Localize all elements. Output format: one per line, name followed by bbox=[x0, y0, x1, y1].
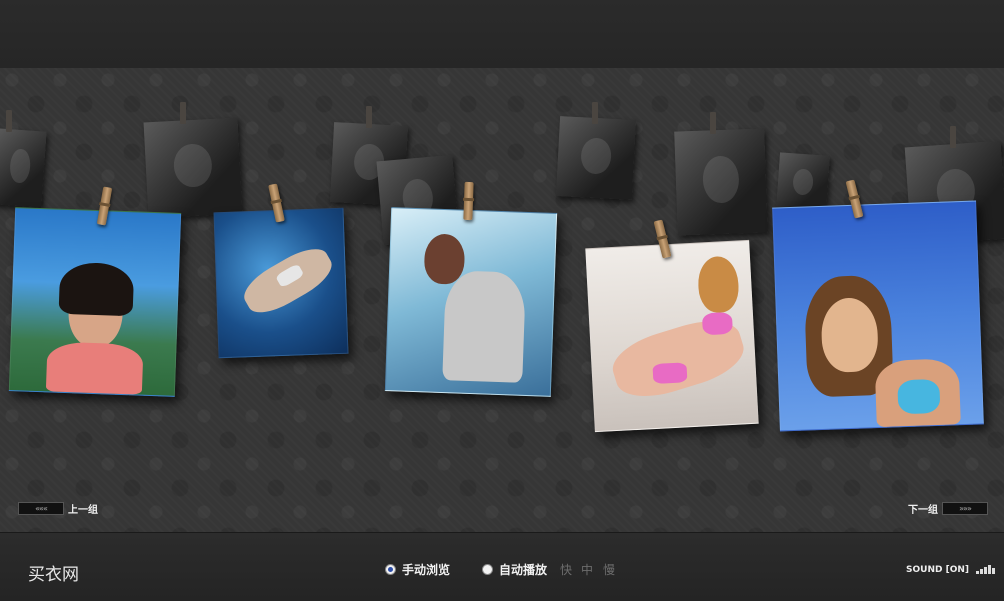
gallery-photo-4[interactable] bbox=[585, 239, 759, 433]
clothespin-icon bbox=[592, 102, 598, 124]
clothespin-icon bbox=[950, 126, 956, 148]
gallery-photo-3[interactable] bbox=[384, 207, 558, 397]
gallery-photo-5[interactable] bbox=[772, 200, 984, 432]
speed-slow-option[interactable]: 慢 bbox=[603, 561, 615, 578]
sound-level-icon[interactable] bbox=[976, 564, 996, 574]
top-bar bbox=[0, 0, 1004, 69]
next-group-label: 下一组 bbox=[908, 505, 938, 516]
photo-gallery-stage bbox=[0, 68, 1004, 532]
clothespin-icon bbox=[710, 112, 716, 134]
triple-chevron-right-icon: »»» bbox=[942, 502, 988, 515]
radio-unselected-icon bbox=[482, 564, 493, 575]
triple-chevron-left-icon: ««« bbox=[18, 502, 64, 515]
background-photo-kitten[interactable] bbox=[674, 128, 768, 236]
clothespin-icon bbox=[366, 106, 372, 128]
clothespin-icon bbox=[463, 181, 474, 221]
speed-medium-option[interactable]: 中 bbox=[581, 561, 593, 578]
manual-browse-radio[interactable]: 手动浏览 bbox=[385, 561, 450, 578]
next-group-button[interactable]: 下一组 »»» bbox=[904, 502, 988, 516]
prev-group-button[interactable]: ««« 上一组 bbox=[18, 502, 102, 516]
manual-browse-label: 手动浏览 bbox=[402, 563, 451, 577]
sound-toggle[interactable]: SOUND [ON] bbox=[906, 565, 969, 575]
gallery-photo-1[interactable] bbox=[8, 207, 182, 397]
brand-logo[interactable]: 买衣网 bbox=[28, 560, 79, 585]
gallery-photo-2[interactable] bbox=[213, 207, 349, 359]
auto-play-radio[interactable]: 自动播放 bbox=[482, 561, 547, 578]
prev-group-label: 上一组 bbox=[68, 505, 98, 516]
background-photo[interactable] bbox=[0, 128, 47, 208]
background-photo-kitten[interactable] bbox=[143, 117, 243, 219]
clothespin-icon bbox=[180, 102, 186, 124]
clothespin-icon bbox=[6, 110, 12, 132]
speed-fast-option[interactable]: 快 bbox=[560, 561, 572, 578]
auto-play-label: 自动播放 bbox=[499, 563, 548, 577]
background-photo[interactable] bbox=[776, 152, 830, 214]
background-photo-face[interactable] bbox=[555, 116, 637, 200]
radio-selected-icon bbox=[385, 564, 396, 575]
